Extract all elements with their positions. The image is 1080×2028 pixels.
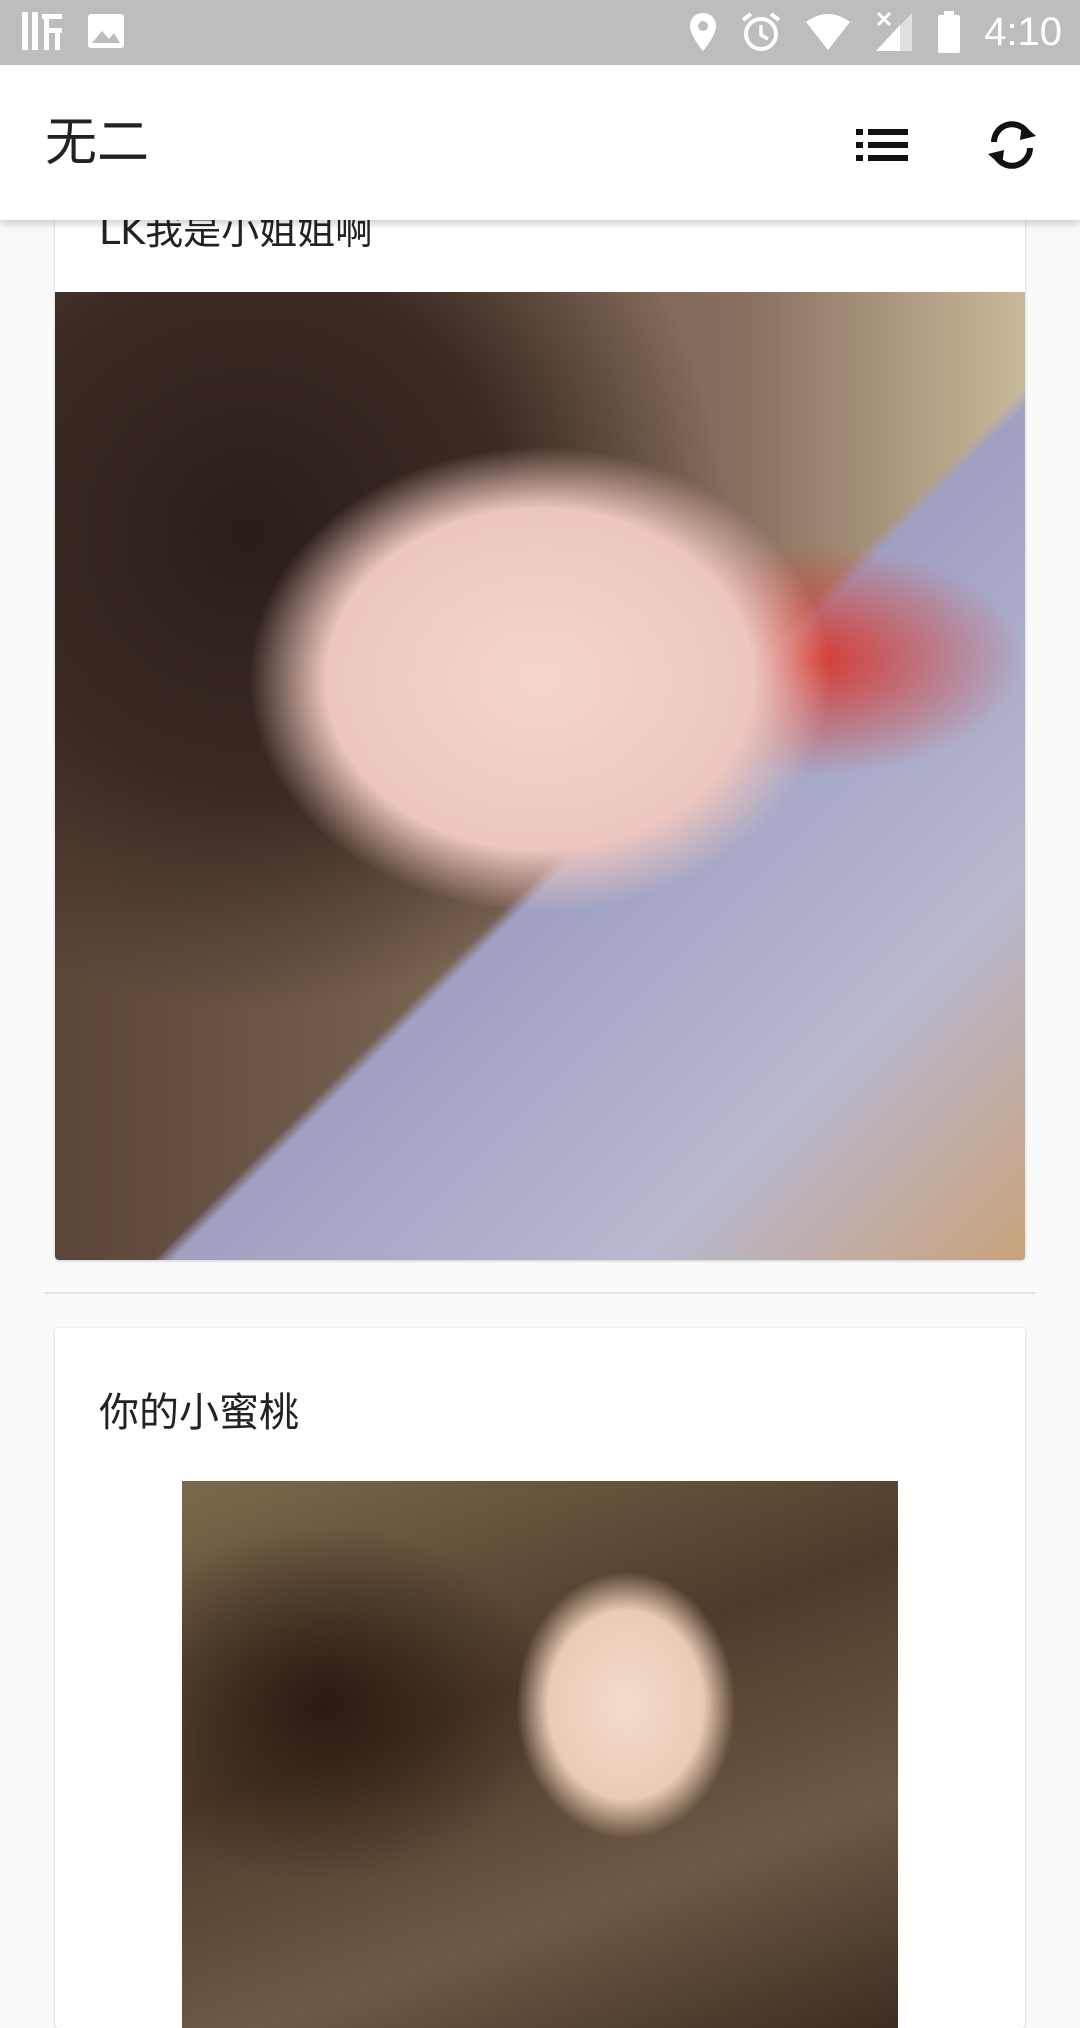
location-icon: [688, 11, 718, 53]
alarm-icon: [740, 11, 782, 53]
app-title: 无二: [45, 113, 150, 173]
refresh-icon: [984, 120, 1040, 174]
signal-icon: [874, 11, 914, 53]
selfie-photo[interactable]: [55, 292, 1025, 1260]
wifi-icon: [804, 12, 852, 52]
listen-app-icon: [20, 8, 64, 54]
image-icon: [86, 11, 126, 51]
list-button[interactable]: [852, 117, 912, 177]
post-card[interactable]: 你的小蜜桃: [55, 1328, 1025, 2028]
portrait-photo[interactable]: [182, 1481, 898, 2028]
divider: [45, 1292, 1035, 1294]
status-time: 4:10: [984, 10, 1062, 54]
status-bar: 4:10: [0, 0, 1080, 65]
post-title: 你的小蜜桃: [99, 1390, 299, 1436]
app-bar: 无二: [0, 65, 1080, 220]
refresh-button[interactable]: [982, 117, 1042, 177]
post-card[interactable]: LK我是小姐姐啊: [55, 140, 1025, 1260]
battery-icon: [936, 10, 962, 54]
list-icon: [856, 125, 908, 169]
